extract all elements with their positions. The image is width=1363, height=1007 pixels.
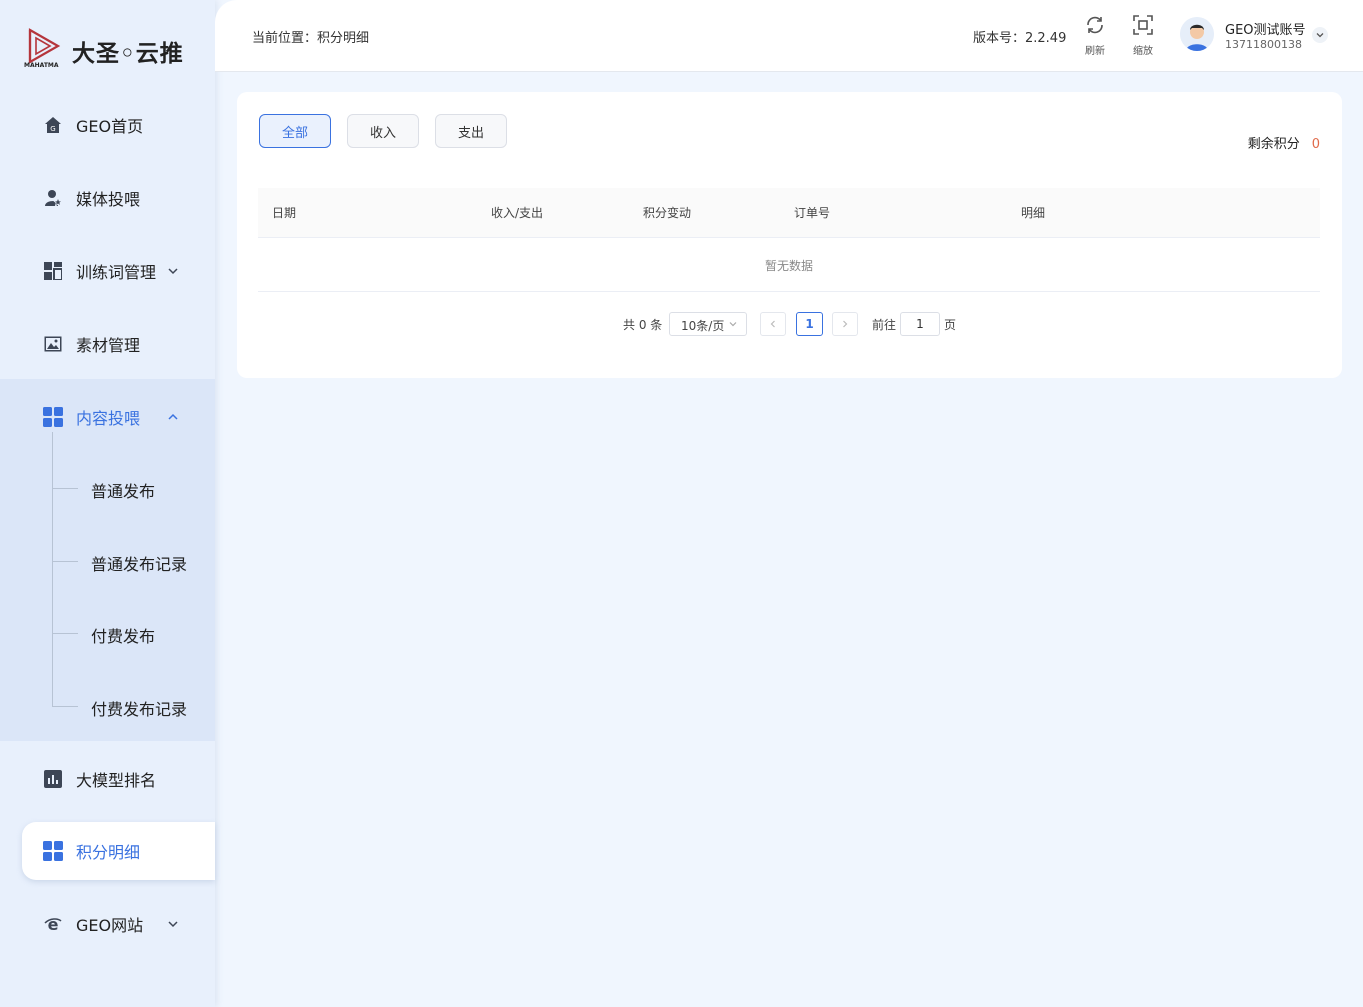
points-card: 全部 收入 支出 剩余积分 0 日期 收入/支出 积分变动 订单号 明细 暂无数据… — [237, 92, 1342, 378]
page-number-current[interactable]: 1 — [796, 312, 823, 336]
tab-expense[interactable]: 支出 — [435, 114, 507, 148]
sidebar-item-label: GEO网站 — [76, 916, 144, 935]
refresh-label: 刷新 — [1085, 46, 1105, 57]
user-phone: 13711800138 — [1225, 38, 1302, 51]
sidebar-item-label: 大模型排名 — [76, 771, 157, 790]
svg-text:G: G — [50, 125, 55, 133]
sidebar-item-content-feed[interactable]: 内容投喂 — [0, 388, 215, 446]
sidebar-item-label: 媒体投喂 — [76, 190, 141, 209]
page-size-value: 10条/页 — [681, 319, 725, 333]
table-header: 日期 收入/支出 积分变动 订单号 明细 — [258, 188, 1320, 238]
sidebar-item-label: 素材管理 — [76, 336, 141, 355]
avatar[interactable] — [1180, 17, 1214, 51]
user-menu-toggle[interactable] — [1312, 27, 1328, 43]
user-name: GEO测试账号 — [1225, 23, 1306, 38]
top-header: 当前位置：积分明细 版本号：2.2.49 刷新 缩放 GEO测试账号 13711… — [215, 0, 1363, 72]
sidebar-item-model-ranking[interactable]: 大模型排名 — [0, 750, 215, 808]
version-label: 版本号：2.2.49 — [973, 31, 1067, 46]
sidebar-subitem-paid-publish-records[interactable]: 付费发布记录 — [0, 682, 215, 732]
pagination: 共 0 条 10条/页 1 前往 页 — [237, 312, 1342, 338]
sidebar-subitem-paid-publish[interactable]: 付费发布 — [0, 609, 215, 659]
sidebar-item-points-detail[interactable]: 积分明细 — [22, 822, 215, 880]
prev-page-button[interactable] — [760, 312, 786, 336]
grid-icon — [43, 841, 63, 861]
zoom-label: 缩放 — [1133, 46, 1153, 57]
chevron-down-icon — [1316, 33, 1324, 38]
chevron-right-icon — [843, 320, 848, 328]
tab-income[interactable]: 收入 — [347, 114, 419, 148]
sidebar-item-label: 内容投喂 — [76, 409, 141, 428]
column-detail[interactable]: 明细 — [1021, 204, 1045, 221]
chevron-down-icon[interactable] — [166, 917, 180, 931]
brand-sub: MAHATMA — [24, 62, 59, 69]
sidebar-subitem-label: 普通发布记录 — [91, 555, 188, 574]
sidebar-subitem-label: 普通发布 — [91, 482, 156, 501]
pagination-total: 共 0 条 — [623, 318, 663, 332]
sidebar-item-geo-home[interactable]: G GEO首页 — [0, 96, 215, 154]
brand-logo[interactable]: 大圣◦云推 MAHATMA — [24, 26, 194, 72]
chevron-up-icon[interactable] — [166, 410, 180, 424]
sidebar-subitem-label: 付费发布 — [91, 627, 156, 646]
submenu-tick — [52, 706, 78, 707]
refresh-button[interactable]: 刷新 — [1080, 14, 1110, 57]
dashboard-icon — [43, 261, 63, 281]
column-date[interactable]: 日期 — [272, 204, 296, 221]
sidebar-item-materials[interactable]: 素材管理 — [0, 315, 215, 373]
tab-all[interactable]: 全部 — [259, 114, 331, 148]
page-size-select[interactable]: 10条/页 — [669, 312, 747, 336]
sidebar-subitem-normal-publish-records[interactable]: 普通发布记录 — [0, 537, 215, 587]
chevron-down-icon — [728, 318, 738, 332]
sidebar-item-label: 积分明细 — [76, 843, 141, 862]
table-body: 暂无数据 — [258, 238, 1320, 292]
remaining-points-value: 0 — [1311, 137, 1320, 152]
svg-text:e: e — [48, 915, 59, 933]
column-income-expense[interactable]: 收入/支出 — [491, 204, 543, 221]
brand-name: 大圣◦云推 — [72, 41, 184, 67]
sidebar-item-label: 训练词管理 — [76, 263, 157, 282]
sidebar-item-media-feed[interactable]: 媒体投喂 — [0, 169, 215, 227]
sidebar-item-training-words[interactable]: 训练词管理 — [0, 242, 215, 300]
remaining-points-label: 剩余积分 — [1247, 137, 1300, 152]
submenu-tick — [52, 561, 78, 562]
remaining-points: 剩余积分 0 — [1248, 133, 1320, 152]
sidebar-item-geo-website[interactable]: e GEO网站 — [0, 895, 215, 953]
grid-icon — [43, 407, 63, 427]
empty-state-text: 暂无数据 — [764, 259, 813, 273]
goto-label: 前往 — [872, 318, 897, 332]
user-avatar-icon — [1180, 17, 1214, 51]
image-icon — [43, 334, 63, 354]
home-icon: G — [43, 115, 63, 135]
sidebar-subitem-normal-publish[interactable]: 普通发布 — [0, 464, 215, 514]
column-points-change[interactable]: 积分变动 — [643, 204, 691, 221]
browser-icon: e — [43, 914, 63, 934]
refresh-icon — [1087, 16, 1103, 34]
zoom-button[interactable]: 缩放 — [1128, 14, 1158, 57]
goto-page-input[interactable] — [900, 312, 940, 336]
chevron-down-icon[interactable] — [166, 264, 180, 278]
user-star-icon — [43, 188, 63, 208]
submenu-tick — [52, 633, 78, 634]
fullscreen-icon — [1133, 15, 1153, 35]
breadcrumb: 当前位置：积分明细 — [252, 31, 370, 46]
sidebar-item-label: GEO首页 — [76, 117, 144, 136]
sidebar: 大圣◦云推 MAHATMA G GEO首页 媒体投喂 训练词管理 素材管理 内容… — [0, 0, 215, 1007]
chevron-left-icon — [770, 320, 775, 328]
next-page-button[interactable] — [832, 312, 858, 336]
column-order-number[interactable]: 订单号 — [794, 204, 830, 221]
submenu-tick — [52, 488, 78, 489]
page-suffix: 页 — [944, 318, 957, 332]
bar-chart-icon — [43, 769, 63, 789]
sidebar-subitem-label: 付费发布记录 — [91, 700, 188, 719]
